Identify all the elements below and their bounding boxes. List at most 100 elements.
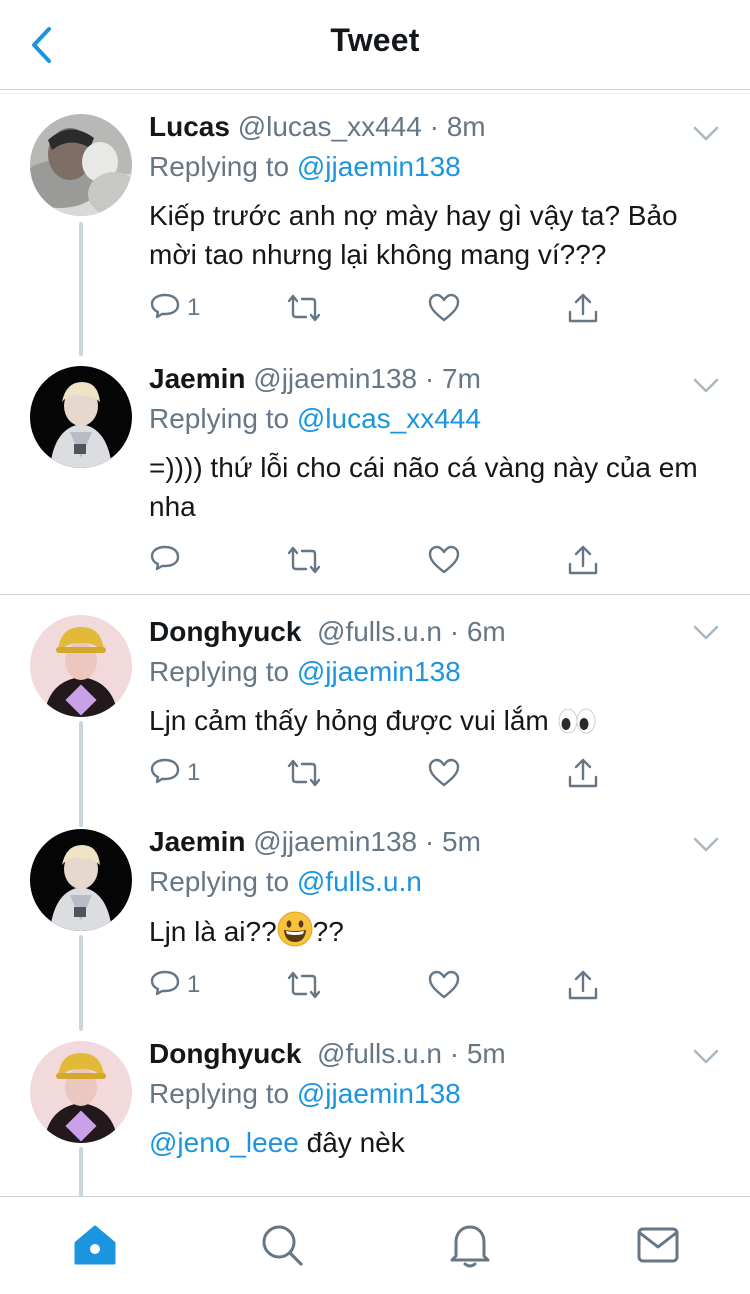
heart-icon [428,545,460,574]
tweet[interactable]: Donghyuck @fulls.u.n · 5m Replying to @j… [0,1023,750,1196]
avatar[interactable] [30,615,132,717]
heart-icon [428,758,460,787]
tweet-actions: 1 [149,753,609,793]
replying-to: Replying to @jjaemin138 [149,656,461,687]
mention-link[interactable]: @jjaemin138 [297,151,461,182]
grinning-face-emoji-icon [277,911,313,947]
thread-line [79,935,83,1031]
header-divider [0,93,750,94]
tweet-text: @jeno_leee đây nèk [149,1127,405,1158]
replying-to: Replying to @fulls.u.n [149,866,422,897]
avatar[interactable] [30,1041,132,1143]
tweet-text: Ljn là ai?? ?? [149,911,720,951]
share-button[interactable] [566,753,600,793]
handle[interactable]: @lucas_xx444 [238,111,422,142]
replying-to: Replying to @lucas_xx444 [149,403,481,434]
tweet[interactable]: Jaemin @jjaemin138 · 5m Replying to @ful… [0,811,750,1031]
conversation-divider [0,594,750,595]
share-icon [568,758,598,788]
tweet[interactable]: Donghyuck @fulls.u.n · 6m Replying to @j… [0,601,750,827]
reply-count: 1 [187,971,201,998]
replying-to: Replying to @jjaemin138 [149,151,461,182]
reply-button[interactable]: 1 [149,753,200,793]
reply-count: 1 [187,759,201,786]
share-button[interactable] [566,288,600,328]
reply-icon [150,545,180,571]
handle[interactable]: @fulls.u.n [317,616,442,647]
mention-link[interactable]: @fulls.u.n [297,866,422,897]
bottom-tab-bar [0,1196,750,1294]
retweet-button[interactable] [286,965,322,1005]
tab-messages[interactable] [634,1221,682,1269]
tweet-text: =)))) thứ lỗi cho cái não cá vàng này củ… [149,452,698,522]
handle[interactable]: @jjaemin138 [253,363,417,394]
handle[interactable]: @jjaemin138 [253,826,417,857]
reply-icon [150,970,180,996]
tweet-actions: 1 [149,288,609,328]
tweet-text: Ljn cảm thấy hỏng được vui lắm [149,701,720,740]
like-button[interactable] [427,753,461,793]
home-icon [74,1225,116,1265]
thread-line [79,1147,83,1196]
tab-search[interactable] [258,1221,306,1269]
reply-icon [150,758,180,784]
avatar[interactable] [30,114,132,216]
tweet-thread: Lucas @lucas_xx444 · 8m Replying to @jja… [0,96,750,1196]
heart-icon [428,293,460,322]
retweet-icon [287,294,321,322]
timestamp: 5m [442,826,481,857]
reply-icon [150,293,180,319]
chevron-down-icon[interactable] [692,835,720,855]
tab-notifications[interactable] [446,1221,494,1269]
tweet-actions [149,540,609,580]
mention-link[interactable]: @lucas_xx444 [297,403,481,434]
reply-button[interactable] [149,540,187,580]
timestamp: 8m [446,111,486,142]
avatar[interactable] [30,829,132,931]
mention-link[interactable]: @jeno_leee [149,1127,299,1158]
reply-button[interactable]: 1 [149,288,200,328]
share-icon [568,293,598,323]
chevron-down-icon[interactable] [692,376,720,396]
timestamp: 5m [466,1038,506,1069]
chevron-down-icon[interactable] [692,1047,720,1067]
display-name[interactable]: Donghyuck [149,1038,301,1069]
handle[interactable]: @fulls.u.n [317,1038,442,1069]
heart-icon [428,970,460,999]
reply-button[interactable]: 1 [149,965,200,1005]
avatar[interactable] [30,366,132,468]
mention-link[interactable]: @jjaemin138 [297,656,461,687]
retweet-button[interactable] [286,288,322,328]
tweet-text: Kiếp trước anh nợ mày hay gì vậy ta? Bảo… [149,200,678,270]
share-icon [568,545,598,575]
like-button[interactable] [427,288,461,328]
search-icon [262,1225,303,1266]
tweet-actions: 1 [149,965,609,1005]
bell-icon [450,1225,490,1268]
tab-home[interactable] [71,1221,119,1269]
retweet-button[interactable] [286,753,322,793]
share-button[interactable] [566,965,600,1005]
timestamp: 7m [442,363,481,394]
share-button[interactable] [566,540,600,580]
retweet-icon [287,546,321,574]
chevron-down-icon[interactable] [692,623,720,643]
share-icon [568,970,598,1000]
tweet[interactable]: Jaemin @jjaemin138 · 7m Replying to @luc… [0,348,750,594]
tweet[interactable]: Lucas @lucas_xx444 · 8m Replying to @jja… [0,96,750,356]
mention-link[interactable]: @jjaemin138 [297,1078,461,1109]
like-button[interactable] [427,965,461,1005]
page-title: Tweet [330,22,420,58]
display-name[interactable]: Donghyuck [149,616,301,647]
eyes-emoji-icon [558,708,596,734]
like-button[interactable] [427,540,461,580]
retweet-button[interactable] [286,540,322,580]
top-bar: Tweet [0,0,750,94]
chevron-down-icon[interactable] [692,124,720,144]
display-name[interactable]: Jaemin [149,826,246,857]
retweet-icon [287,759,321,787]
retweet-icon [287,971,321,999]
display-name[interactable]: Jaemin [149,363,246,394]
mail-icon [637,1227,679,1263]
display-name[interactable]: Lucas [149,111,230,142]
